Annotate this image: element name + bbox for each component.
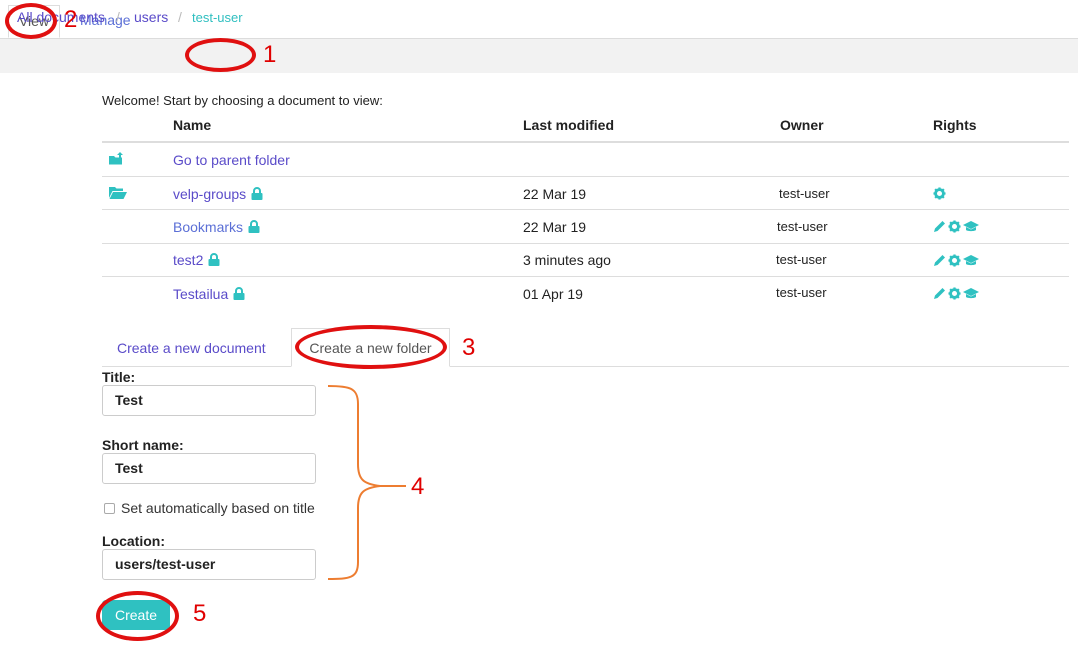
rights-icons — [933, 284, 981, 300]
breadcrumb-separator: / — [116, 9, 120, 25]
gear-icon[interactable] — [933, 184, 948, 200]
last-modified: 22 Mar 19 — [523, 219, 587, 235]
breadcrumb-separator: / — [178, 9, 182, 25]
rights-icons — [933, 217, 981, 233]
item-name-link[interactable]: Bookmarks — [173, 219, 243, 235]
parent-folder-link[interactable]: Go to parent folder — [173, 152, 290, 168]
annotation-ellipse-breadcrumb — [185, 38, 256, 72]
lock-icon — [233, 287, 245, 303]
graduation-cap-icon[interactable] — [963, 217, 981, 233]
last-modified: 22 Mar 19 — [523, 186, 587, 202]
row-divider — [102, 176, 1069, 177]
annotation-ellipse-folder-tab — [295, 325, 447, 369]
table-row[interactable]: velp-groups — [173, 186, 263, 203]
header-owner: Owner — [780, 117, 824, 133]
short-name-label: Short name: — [102, 437, 184, 453]
annotation-number: 3 — [462, 334, 476, 361]
location-input[interactable]: users/test-user — [102, 549, 316, 580]
table-row[interactable]: test2 — [173, 252, 220, 269]
auto-name-checkbox[interactable] — [104, 503, 115, 514]
lock-icon — [208, 253, 220, 269]
gear-icon[interactable] — [948, 284, 963, 300]
annotation-number: 4 — [411, 473, 425, 500]
pencil-icon[interactable] — [933, 251, 948, 267]
welcome-text: Welcome! Start by choosing a document to… — [102, 93, 383, 108]
last-modified: 3 minutes ago — [523, 252, 611, 268]
tab-create-document[interactable]: Create a new document — [117, 340, 266, 356]
breadcrumb-test-user[interactable]: test-user — [192, 10, 243, 25]
title-input[interactable]: Test — [102, 385, 316, 416]
owner: test-user — [776, 285, 827, 300]
breadcrumb — [0, 39, 1078, 73]
owner: test-user — [776, 252, 827, 267]
auto-name-label[interactable]: Set automatically based on title — [121, 500, 315, 516]
table-row[interactable]: Testailua — [173, 286, 245, 303]
location-label: Location: — [102, 533, 165, 549]
folder-up-icon[interactable] — [109, 152, 125, 169]
item-name-link[interactable]: velp-groups — [173, 186, 246, 202]
annotation-ellipse-create — [96, 591, 179, 641]
graduation-cap-icon[interactable] — [963, 251, 981, 267]
breadcrumb-users[interactable]: users — [134, 9, 168, 25]
owner: test-user — [779, 186, 830, 201]
header-last-modified: Last modified — [523, 117, 615, 133]
folder-open-icon[interactable] — [109, 186, 127, 202]
annotation-number: 1 — [263, 41, 277, 68]
tabs-divider — [102, 366, 1069, 367]
rights-icons — [933, 184, 948, 200]
header-rights: Rights — [933, 117, 977, 133]
item-name-link[interactable]: Testailua — [173, 286, 228, 302]
row-divider — [102, 276, 1069, 277]
title-label: Title: — [102, 369, 136, 385]
lock-icon — [251, 187, 263, 203]
owner: test-user — [777, 219, 828, 234]
short-name-input[interactable]: Test — [102, 453, 316, 484]
row-divider — [102, 209, 1069, 210]
lock-icon — [248, 220, 260, 236]
pencil-icon[interactable] — [933, 217, 948, 233]
item-name-link[interactable]: test2 — [173, 252, 203, 268]
pencil-icon[interactable] — [933, 284, 948, 300]
rights-icons — [933, 251, 981, 267]
annotation-number: 2 — [64, 6, 78, 33]
header-name: Name — [173, 117, 212, 133]
gear-icon[interactable] — [948, 217, 963, 233]
annotation-ellipse-view — [5, 3, 57, 39]
table-row[interactable]: Bookmarks — [173, 219, 260, 236]
table-header-divider — [102, 141, 1069, 143]
annotation-number: 5 — [193, 600, 207, 627]
graduation-cap-icon[interactable] — [963, 284, 981, 300]
row-divider — [102, 243, 1069, 244]
gear-icon[interactable] — [948, 251, 963, 267]
last-modified: 01 Apr 19 — [523, 286, 583, 302]
